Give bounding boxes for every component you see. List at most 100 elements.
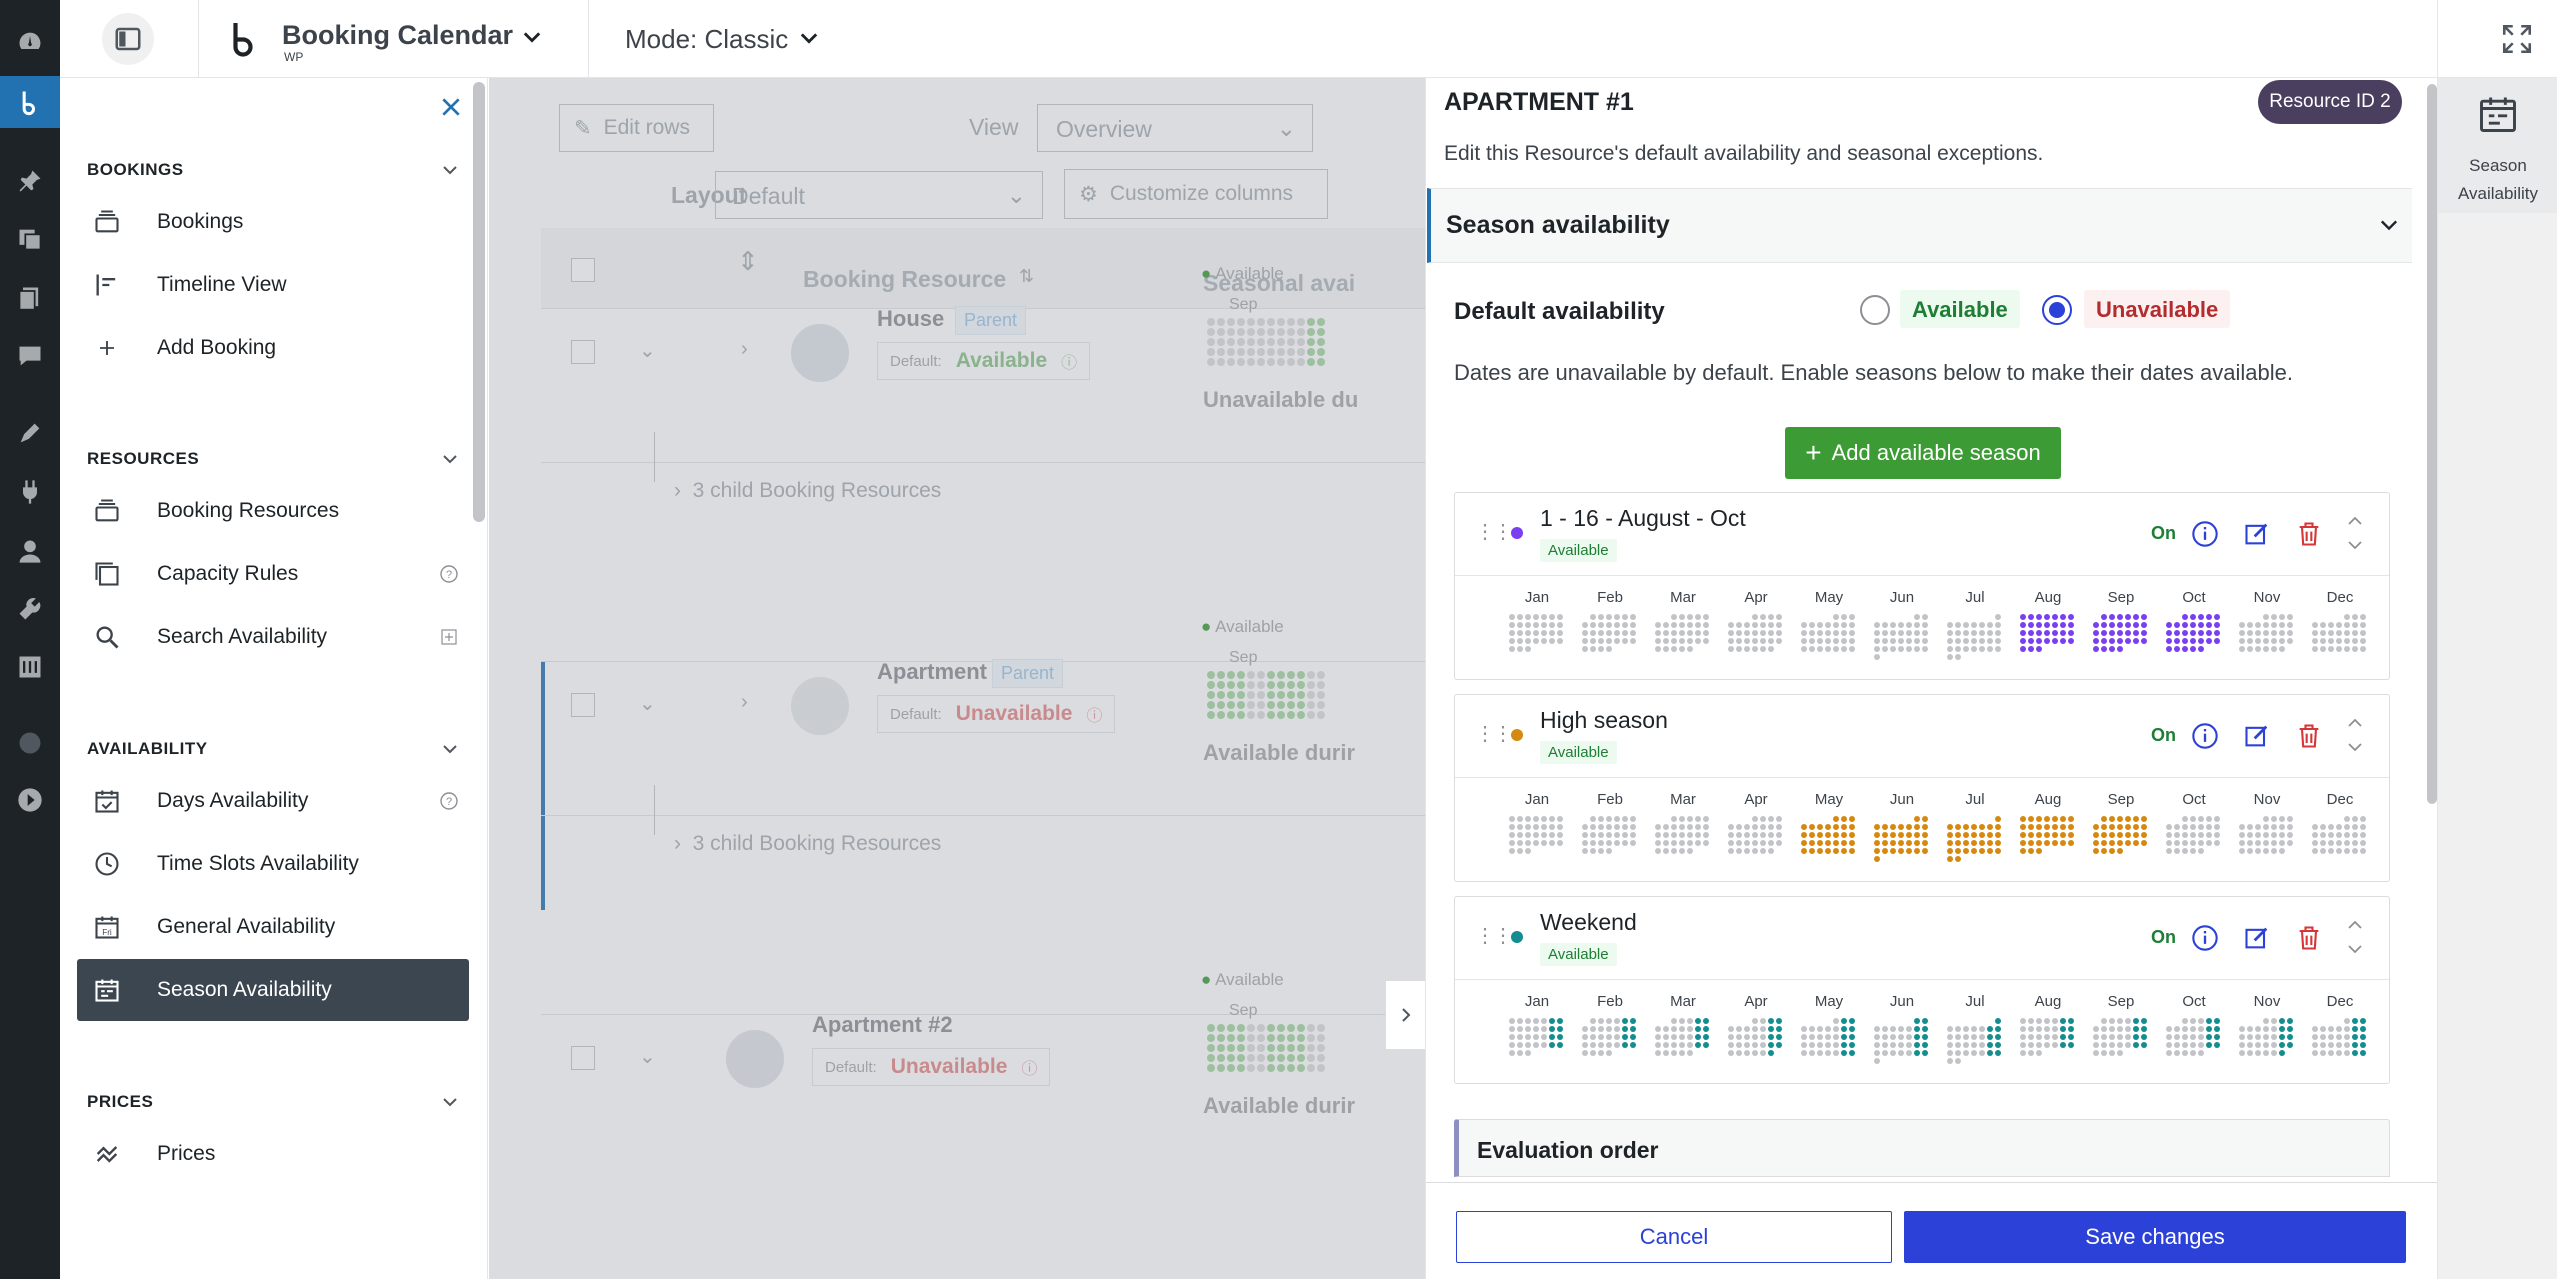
globe-icon[interactable]: [12, 725, 48, 761]
move-up-icon[interactable]: [2345, 511, 2365, 531]
chevron-down-icon[interactable]: [440, 1092, 460, 1112]
sidebar-item-time-slots-availability[interactable]: Time Slots Availability: [77, 833, 469, 895]
move-down-icon[interactable]: [2345, 535, 2365, 555]
search-icon: [77, 623, 137, 651]
radio-unavailable[interactable]: [2042, 295, 2072, 325]
dashboard-icon[interactable]: [12, 24, 48, 60]
sidebar-item-booking-resources[interactable]: Booking Resources: [77, 480, 469, 542]
option-unavailable-label[interactable]: Unavailable: [2084, 290, 2231, 328]
sidebar-item-search-availability[interactable]: Search Availability: [77, 606, 469, 668]
rail-item-season-availability[interactable]: Season Availability: [2438, 78, 2557, 213]
move-down-icon[interactable]: [2345, 737, 2365, 757]
sidebar-scrollbar[interactable]: [473, 82, 485, 522]
option-available-label[interactable]: Available: [1900, 290, 2020, 328]
info-icon[interactable]: [2191, 722, 2219, 750]
season-status-badge: Available: [1540, 741, 1617, 764]
help-icon[interactable]: ?: [439, 564, 459, 584]
delete-icon[interactable]: [2295, 722, 2323, 750]
panel-scrollbar[interactable]: [2427, 84, 2437, 804]
booking-calendar-icon[interactable]: [0, 76, 60, 128]
season-state[interactable]: On: [2151, 523, 2176, 544]
prices-icon: [77, 1140, 137, 1168]
toggle-sidebar-button[interactable]: [102, 13, 154, 65]
cancel-button[interactable]: Cancel: [1456, 1211, 1892, 1263]
sidebar-item-label: Time Slots Availability: [157, 852, 359, 875]
month-mini-calendar: [2239, 1018, 2297, 1066]
svg-text:?: ?: [446, 796, 452, 808]
month-label: Aug: [2034, 589, 2062, 606]
radio-available[interactable]: [1860, 295, 1890, 325]
move-up-icon[interactable]: [2345, 915, 2365, 935]
play-icon[interactable]: [12, 782, 48, 818]
info-icon[interactable]: [2191, 924, 2219, 952]
add-available-season-button[interactable]: + Add available season: [1785, 427, 2061, 479]
pin-icon[interactable]: [12, 163, 48, 199]
info-icon[interactable]: [2191, 520, 2219, 548]
section-title-prices: PRICES: [87, 1092, 154, 1111]
edit-icon[interactable]: [2243, 520, 2271, 548]
season-name: Weekend: [1540, 909, 1637, 935]
drag-handle-icon[interactable]: ⋮⋮: [1475, 519, 1513, 544]
month-label: Jan: [1524, 589, 1550, 606]
season-state[interactable]: On: [2151, 725, 2176, 746]
sidebar-item-days-availability[interactable]: Days Availability ?: [77, 770, 469, 832]
move-down-icon[interactable]: [2345, 939, 2365, 959]
expand-panel-button[interactable]: [1385, 980, 1425, 1050]
edit-icon[interactable]: [2243, 722, 2271, 750]
month-mini-calendar: [2239, 816, 2297, 864]
save-changes-button[interactable]: Save changes: [1904, 1211, 2406, 1263]
sidebar-item-season-availability[interactable]: Season Availability: [77, 959, 469, 1021]
delete-icon[interactable]: [2295, 924, 2323, 952]
month-label: Jan: [1524, 791, 1550, 808]
close-sidebar-icon[interactable]: [440, 96, 462, 118]
svg-text:?: ?: [446, 569, 452, 581]
month-label: Oct: [2182, 589, 2206, 606]
pages-icon[interactable]: [12, 280, 48, 316]
add-shortcut-icon[interactable]: [439, 627, 459, 647]
chevron-down-icon[interactable]: [440, 160, 460, 180]
help-icon[interactable]: ?: [439, 791, 459, 811]
mode-selector[interactable]: Mode: Classic: [625, 24, 788, 55]
season-availability-accordion[interactable]: Season availability: [1427, 188, 2412, 263]
edit-icon[interactable]: [2243, 924, 2271, 952]
settings-icon[interactable]: [12, 649, 48, 685]
comments-icon[interactable]: [12, 338, 48, 374]
drag-handle-icon[interactable]: ⋮⋮: [1475, 721, 1513, 746]
month-label: Dec: [2326, 993, 2354, 1010]
app-logo: [225, 16, 261, 60]
evaluation-order-title: Evaluation order: [1477, 1137, 1659, 1163]
sidebar-item-bookings[interactable]: Bookings: [77, 191, 469, 253]
month-mini-calendar: [1582, 816, 1640, 864]
drag-handle-icon[interactable]: ⋮⋮: [1475, 923, 1513, 948]
move-up-icon[interactable]: [2345, 713, 2365, 733]
month-label: Aug: [2034, 993, 2062, 1010]
mode-chevron-icon[interactable]: [797, 26, 821, 50]
month-mini-calendar: [1947, 1018, 2005, 1066]
tools-icon[interactable]: [12, 591, 48, 627]
default-availability-label: Default availability: [1454, 298, 1665, 325]
season-color-dot: [1511, 729, 1523, 741]
month-label: Jun: [1889, 589, 1915, 606]
chevron-down-icon[interactable]: [440, 449, 460, 469]
chevron-up-icon[interactable]: [2377, 213, 2401, 237]
evaluation-order-section[interactable]: Evaluation order: [1454, 1119, 2390, 1177]
section-title-resources: RESOURCES: [87, 449, 200, 468]
appearance-icon[interactable]: [12, 415, 48, 451]
sidebar-item-prices[interactable]: Prices: [77, 1123, 469, 1185]
season-state[interactable]: On: [2151, 927, 2176, 948]
sidebar-item-general-availability[interactable]: Fri General Availability: [77, 896, 469, 958]
users-icon[interactable]: [12, 533, 48, 569]
fullscreen-icon[interactable]: [2500, 22, 2534, 56]
month-label: Nov: [2253, 791, 2281, 808]
delete-icon[interactable]: [2295, 520, 2323, 548]
month-label: Oct: [2182, 791, 2206, 808]
sidebar-item-label: Add Booking: [157, 336, 277, 359]
plugins-icon[interactable]: [12, 474, 48, 510]
media-icon[interactable]: [12, 221, 48, 257]
app-switcher-chevron-icon[interactable]: [520, 25, 544, 49]
sidebar-item-capacity-rules[interactable]: Capacity Rules ?: [77, 543, 469, 605]
season-color-dot: [1511, 931, 1523, 943]
sidebar-item-add-booking[interactable]: Add Booking: [77, 317, 469, 379]
sidebar-item-timeline-view[interactable]: Timeline View: [77, 254, 469, 316]
chevron-down-icon[interactable]: [440, 739, 460, 759]
